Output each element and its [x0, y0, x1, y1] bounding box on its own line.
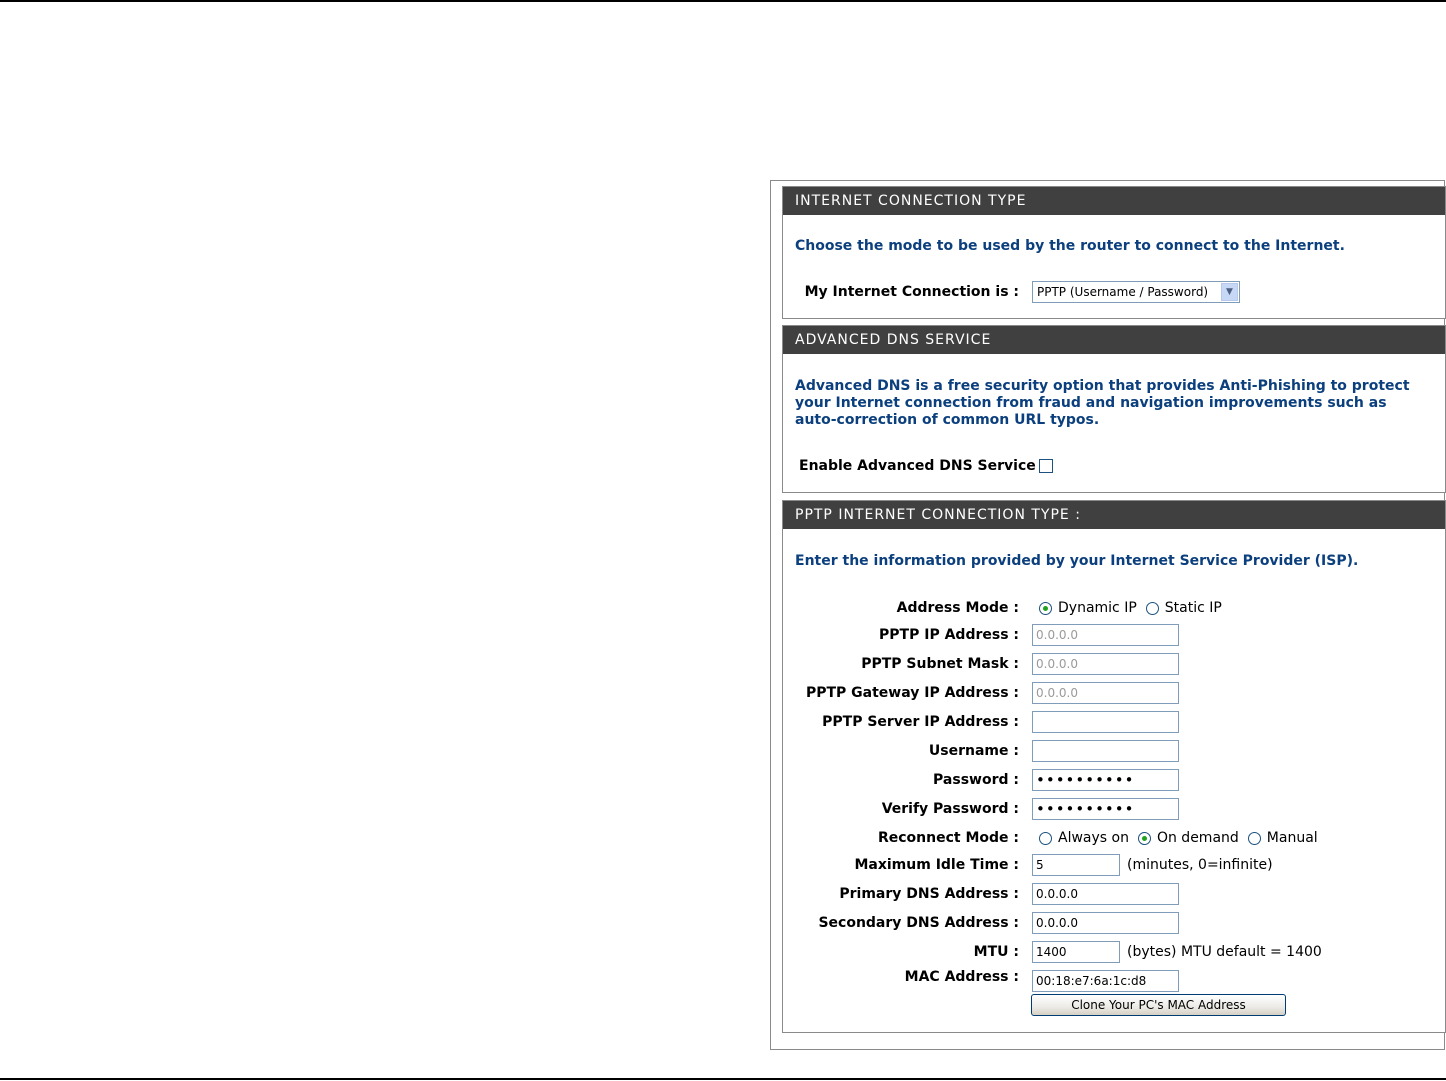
pptp-gateway-field[interactable]: 0.0.0.0 — [1032, 682, 1179, 704]
enable-dns-label: Enable Advanced DNS Service : — [799, 458, 1047, 474]
verify-password-label: Verify Password : — [881, 801, 1019, 817]
pptp-subnet-label: PPTP Subnet Mask : — [861, 656, 1019, 672]
connection-type-label: My Internet Connection is : — [804, 284, 1019, 300]
primary-dns-label: Primary DNS Address : — [839, 886, 1019, 902]
primary-dns-field[interactable]: 0.0.0.0 — [1032, 883, 1179, 905]
enable-dns-checkbox[interactable] — [1039, 459, 1053, 473]
pptp-subnet-field[interactable]: 0.0.0.0 — [1032, 653, 1179, 675]
advanced-dns-section: ADVANCED DNS SERVICE Advanced DNS is a f… — [782, 325, 1446, 493]
password-label: Password : — [933, 772, 1019, 788]
section-description: Choose the mode to be used by the router… — [795, 238, 1345, 254]
username-field[interactable] — [1032, 740, 1179, 762]
address-mode-label: Address Mode : — [896, 600, 1019, 616]
section-header: ADVANCED DNS SERVICE — [783, 326, 1445, 354]
max-idle-field[interactable]: 5 — [1032, 854, 1120, 876]
mtu-field[interactable]: 1400 — [1032, 941, 1120, 963]
mac-label: MAC Address : — [904, 969, 1019, 985]
internet-connection-type-section: INTERNET CONNECTION TYPE Choose the mode… — [782, 186, 1446, 319]
section-header: PPTP INTERNET CONNECTION TYPE : — [783, 501, 1445, 529]
section-header: INTERNET CONNECTION TYPE — [783, 187, 1445, 215]
always-on-label: Always on — [1058, 830, 1129, 846]
section-description: Advanced DNS is a free security option t… — [795, 378, 1410, 428]
pptp-ip-label: PPTP IP Address : — [879, 627, 1019, 643]
pptp-server-label: PPTP Server IP Address : — [822, 714, 1019, 730]
pptp-gateway-label: PPTP Gateway IP Address : — [805, 685, 1019, 701]
dynamic-ip-radio[interactable] — [1039, 601, 1052, 615]
username-label: Username : — [928, 743, 1019, 759]
password-field[interactable]: •••••••••• — [1032, 769, 1179, 791]
mtu-note: (bytes) MTU default = 1400 — [1127, 944, 1322, 960]
secondary-dns-label: Secondary DNS Address : — [818, 915, 1019, 931]
on-demand-radio[interactable] — [1137, 831, 1151, 845]
bottom-rule — [0, 1078, 1446, 1080]
clone-mac-button[interactable]: Clone Your PC's MAC Address — [1031, 994, 1286, 1016]
connection-type-value: PPTP (Username / Password) — [1037, 285, 1209, 299]
mtu-label: MTU : — [973, 944, 1019, 960]
pptp-section: PPTP INTERNET CONNECTION TYPE : Enter th… — [782, 500, 1446, 1033]
top-rule — [0, 0, 1446, 2]
always-on-radio[interactable] — [1039, 831, 1052, 845]
manual-label: Manual — [1266, 830, 1318, 846]
chevron-down-icon[interactable]: ▼ — [1221, 283, 1238, 301]
section-description: Enter the information provided by your I… — [795, 553, 1359, 569]
mac-field[interactable]: 00:18:e7:6a:1c:d8 — [1032, 970, 1179, 992]
pptp-server-field[interactable] — [1032, 711, 1179, 733]
on-demand-label: On demand — [1156, 830, 1239, 846]
secondary-dns-field[interactable]: 0.0.0.0 — [1032, 912, 1179, 934]
connection-type-select[interactable]: PPTP (Username / Password) ▼ — [1032, 281, 1240, 303]
dynamic-ip-label: Dynamic IP — [1058, 600, 1137, 616]
max-idle-note: (minutes, 0=infinite) — [1127, 857, 1273, 873]
manual-radio[interactable] — [1247, 831, 1261, 845]
max-idle-label: Maximum Idle Time : — [854, 857, 1019, 873]
pptp-ip-field[interactable]: 0.0.0.0 — [1032, 624, 1179, 646]
reconnect-mode-label: Reconnect Mode : — [877, 830, 1019, 846]
static-ip-label: Static IP — [1164, 600, 1222, 616]
static-ip-radio[interactable] — [1145, 601, 1159, 615]
verify-password-field[interactable]: •••••••••• — [1032, 798, 1179, 820]
